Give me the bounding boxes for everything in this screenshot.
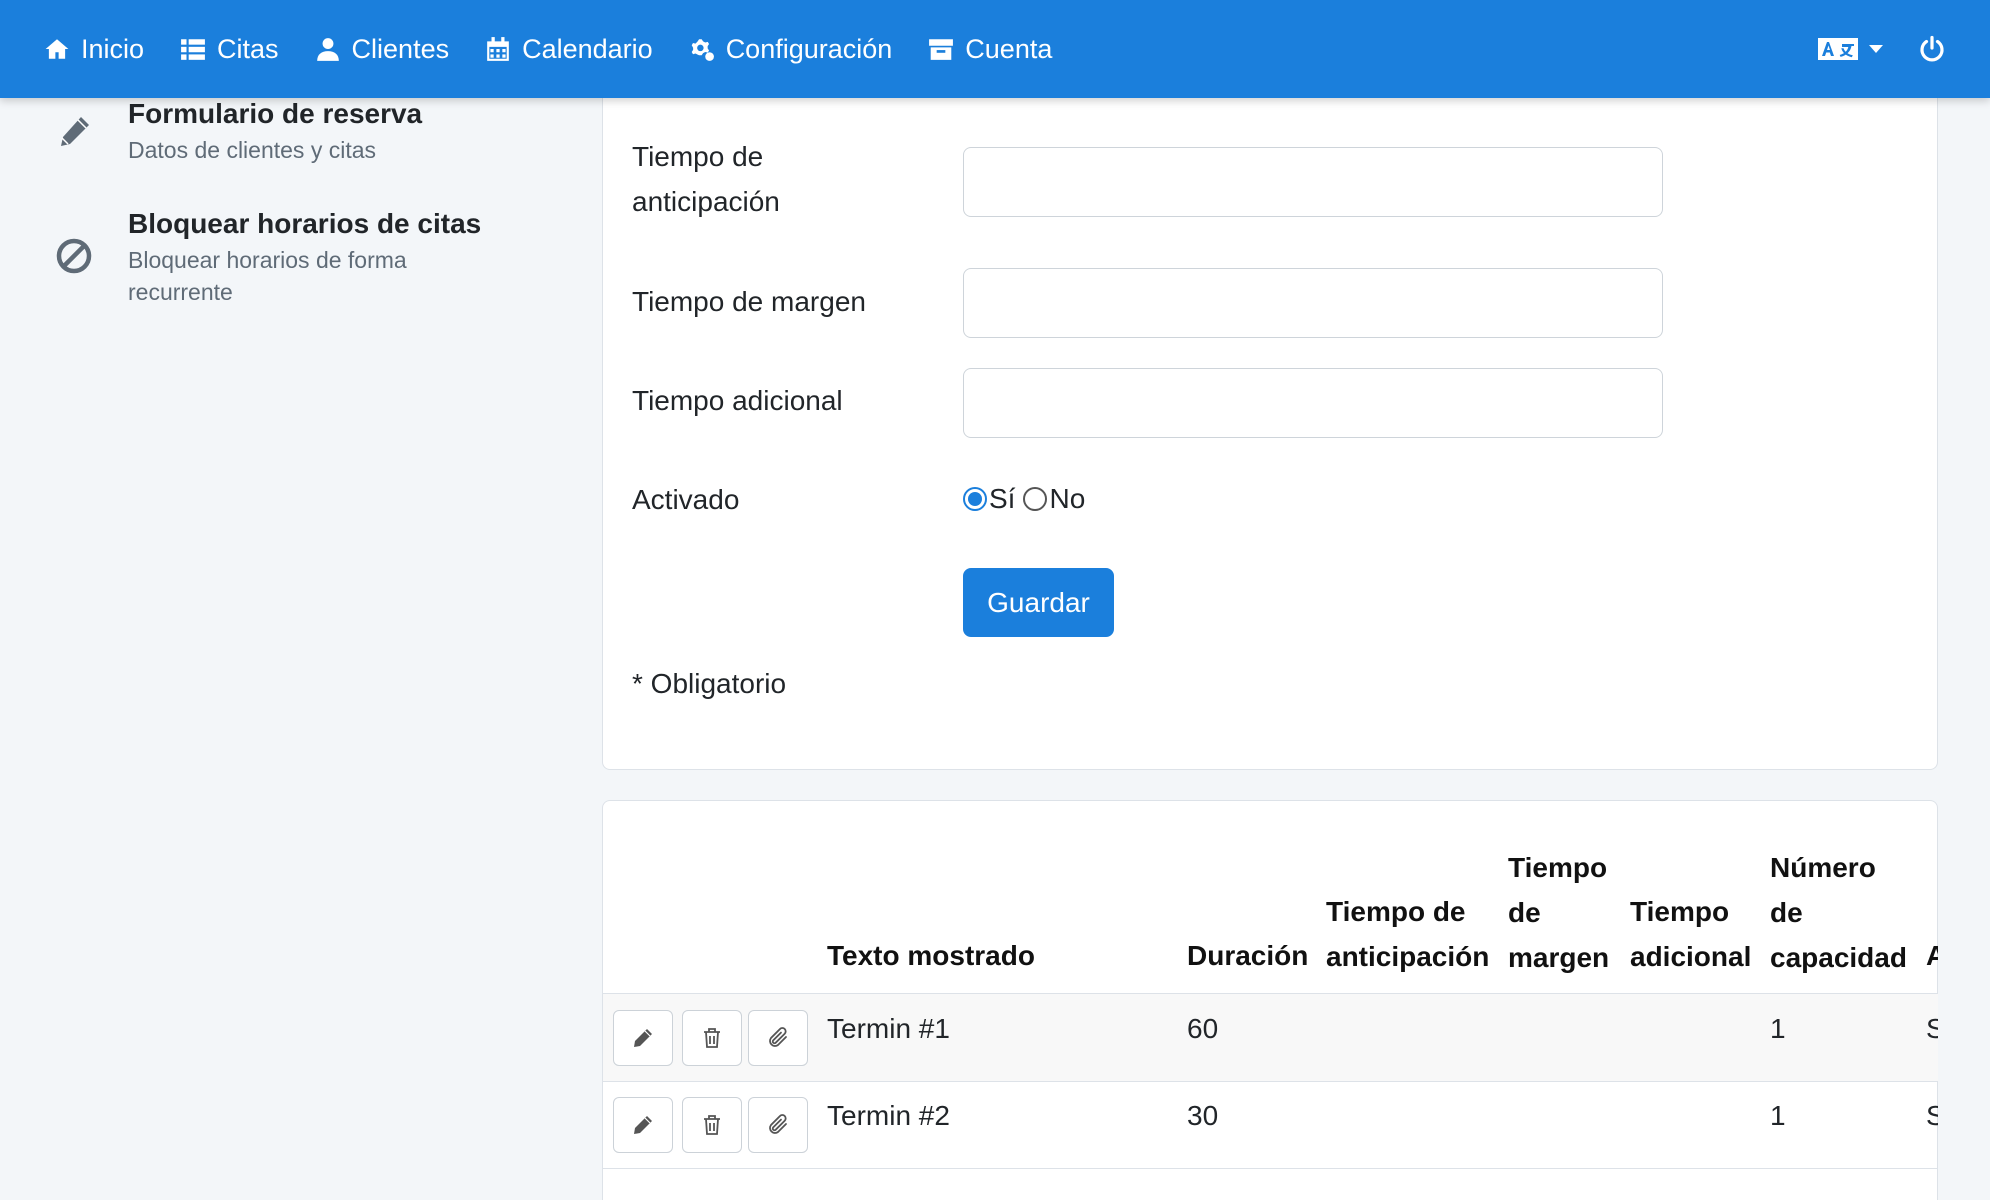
user-icon: [316, 38, 339, 61]
cell-display-text: Termin #2: [827, 1100, 950, 1131]
home-icon: [45, 39, 69, 59]
activated-yes-label: Sí: [989, 483, 1016, 514]
header-line: Tiempo de: [1326, 896, 1466, 927]
sidebar-item-subtitle: Datos de clientes y citas: [128, 137, 377, 163]
top-navbar: Inicio Citas Clientes Calendario Configu…: [0, 0, 1990, 98]
cell-next: S: [1926, 1100, 1938, 1131]
attach-button[interactable]: [748, 1010, 808, 1066]
archive-icon: [929, 39, 954, 60]
delete-button[interactable]: [682, 1097, 742, 1153]
save-button[interactable]: Guardar: [963, 568, 1114, 637]
nav-item-label: Cuenta: [965, 33, 1053, 64]
cell-next: S: [1926, 1013, 1938, 1044]
edit-button[interactable]: [613, 1010, 673, 1066]
header-line: de: [1770, 897, 1803, 928]
header-line: anticipación: [1326, 941, 1490, 972]
margin-time-label: Tiempo de margen: [632, 286, 866, 317]
chevron-down-icon: [1869, 45, 1883, 53]
activated-no-label: No: [1049, 483, 1086, 514]
sidebar-item-subtitle: Bloquear horarios de forma recurrente: [128, 247, 407, 305]
logout-button[interactable]: [1918, 35, 1946, 63]
sidebar-item-bloquear-horarios[interactable]: Bloquear horarios de citas Bloquear hora…: [0, 206, 520, 316]
paperclip-icon: [769, 1027, 787, 1047]
edit-icon: [634, 1116, 652, 1134]
sidebar-item-title: Formulario de reserva: [128, 98, 423, 129]
cell-duration: 30: [1187, 1100, 1219, 1131]
column-header-margin-time: Tiempo de margen: [1508, 845, 1609, 980]
calendar-icon: [487, 37, 509, 61]
edit-button[interactable]: [613, 1097, 673, 1153]
language-dropdown[interactable]: [1818, 36, 1884, 62]
additional-time-label: Tiempo adicional: [632, 385, 843, 416]
nav-item-label: Configuración: [725, 33, 893, 64]
nav-item-clientes[interactable]: Clientes: [315, 0, 450, 98]
nav-item-cuenta[interactable]: Cuenta: [928, 0, 1052, 98]
header-line: Tiempo: [1630, 896, 1730, 927]
activated-no-radio[interactable]: [1023, 487, 1048, 511]
nav-item-citas[interactable]: Citas: [180, 0, 279, 98]
activated-radio-group: Sí No: [963, 483, 1093, 515]
delete-button[interactable]: [682, 1010, 742, 1066]
trash-icon: [704, 1028, 720, 1048]
additional-time-input[interactable]: [963, 368, 1663, 438]
sidebar-item-formulario-reserva[interactable]: Formulario de reserva Datos de clientes …: [0, 98, 520, 178]
nav-item-inicio[interactable]: Inicio: [44, 0, 144, 98]
header-line: adicional: [1630, 941, 1752, 972]
column-header-lead-time: Tiempo de anticipación: [1326, 889, 1489, 979]
sidebar-item-title: Bloquear horarios de citas: [128, 208, 482, 239]
edit-icon: [634, 1029, 652, 1047]
power-icon: [1920, 35, 1944, 62]
ban-icon: [56, 238, 92, 274]
nav-item-label: Inicio: [81, 33, 145, 64]
header-line: de: [1508, 897, 1541, 928]
trash-icon: [704, 1115, 720, 1135]
list-icon: [181, 39, 205, 60]
nav-item-label: Calendario: [522, 33, 653, 64]
attach-button[interactable]: [748, 1097, 808, 1153]
nav-item-configuracion[interactable]: Configuración: [689, 0, 893, 98]
pencil-icon: [61, 117, 89, 146]
header-line: Tiempo: [1508, 852, 1608, 883]
column-header-additional-time: Tiempo adicional: [1630, 889, 1751, 979]
margin-time-input[interactable]: [963, 268, 1663, 338]
cell-display-text: Termin #1: [827, 1013, 950, 1044]
column-header-next: A: [1926, 940, 1938, 971]
language-icon: [1818, 38, 1858, 60]
header-line: margen: [1508, 942, 1610, 973]
column-header-display-text: Texto mostrado: [827, 940, 1035, 971]
header-line: capacidad: [1770, 942, 1907, 973]
column-header-capacity: Número de capacidad: [1770, 845, 1907, 980]
activated-yes-radio[interactable]: [963, 487, 987, 511]
cell-capacity: 1: [1770, 1100, 1786, 1131]
nav-item-calendario[interactable]: Calendario: [485, 0, 653, 98]
required-note: * Obligatorio: [632, 668, 787, 699]
nav-right: [1818, 0, 1946, 98]
cell-capacity: 1: [1770, 1013, 1786, 1044]
column-header-duration: Duración: [1187, 940, 1309, 971]
lead-time-input[interactable]: [963, 147, 1663, 217]
nav-item-label: Citas: [217, 33, 279, 64]
lead-time-label: Tiempo de anticipación: [632, 141, 780, 217]
activated-label: Activado: [632, 484, 740, 515]
paperclip-icon: [769, 1114, 787, 1134]
header-line: Número: [1770, 852, 1876, 883]
table-bottom-border: [603, 1168, 1938, 1169]
nav-items: Inicio Citas Clientes Calendario Configu…: [44, 0, 1088, 98]
cogs-icon: [691, 39, 714, 61]
cell-duration: 60: [1187, 1013, 1219, 1044]
nav-item-label: Clientes: [351, 33, 450, 64]
